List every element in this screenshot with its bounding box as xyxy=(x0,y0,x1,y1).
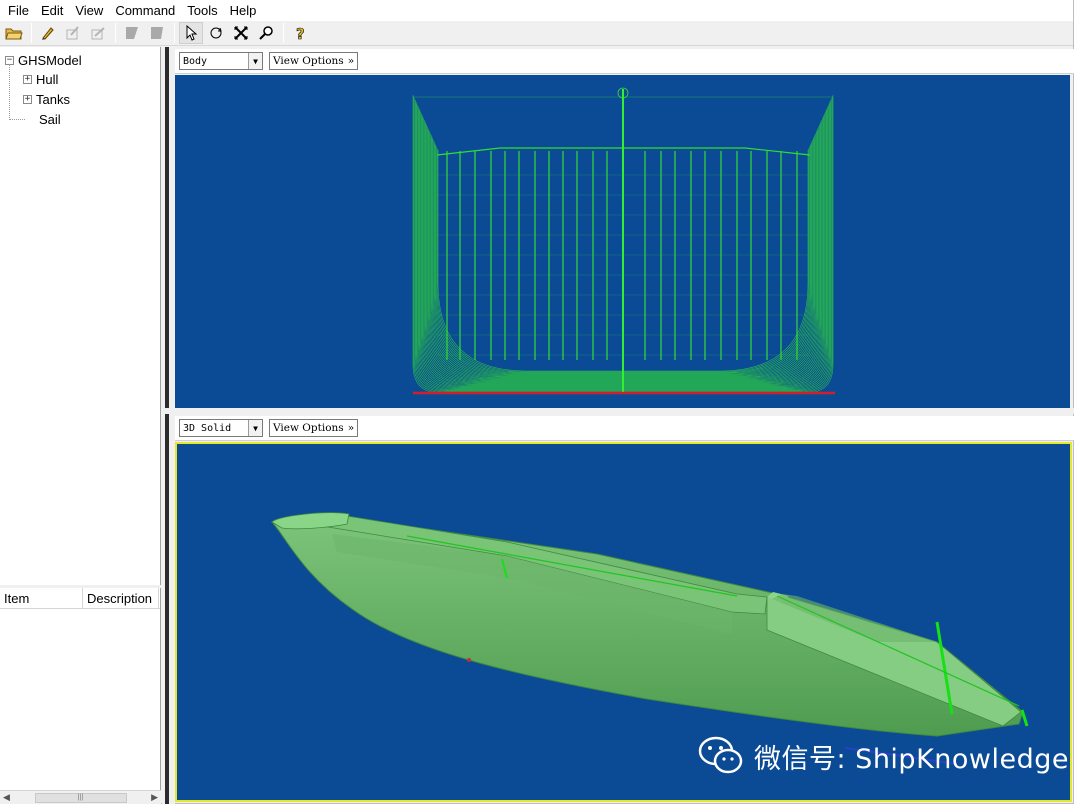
tree-connector xyxy=(9,119,25,120)
body-plan-wireframe xyxy=(412,87,835,395)
edit-shape-icon[interactable] xyxy=(61,22,85,44)
tree-node-label: Tanks xyxy=(36,91,70,107)
column-header-description[interactable]: Description xyxy=(83,588,159,608)
toolbar-separator xyxy=(115,23,116,43)
double-chevron-icon: » xyxy=(347,422,355,434)
view-options-button[interactable]: View Options » xyxy=(269,419,359,437)
toolbar-separator xyxy=(174,23,175,43)
tree-node-root[interactable]: − GHSModel xyxy=(5,51,82,69)
scroll-right-icon[interactable]: ▶ xyxy=(151,792,158,803)
view-type-select[interactable]: Body ▼ xyxy=(179,52,263,70)
scroll-thumb[interactable]: ||| xyxy=(34,792,127,803)
view-options-label: View Options xyxy=(273,422,344,434)
menu-bar: File Edit View Command Tools Help xyxy=(0,0,1073,21)
double-chevron-icon: » xyxy=(347,55,355,67)
pointer-icon[interactable] xyxy=(179,22,203,44)
watermark-text: 微信号: ShipKnowledge xyxy=(754,743,1069,775)
dropdown-arrow-icon[interactable]: ▼ xyxy=(248,420,262,436)
tree-node-label: Hull xyxy=(36,71,59,87)
view-type-value: Body xyxy=(183,55,208,67)
open-folder-icon[interactable] xyxy=(2,22,26,44)
zoom-icon[interactable] xyxy=(254,22,278,44)
horizontal-splitter[interactable] xyxy=(162,408,1074,414)
pan-icon[interactable] xyxy=(229,22,253,44)
viewport-toolbar: 3D Solid ▼ View Options » xyxy=(175,416,1074,441)
body-plan-canvas[interactable] xyxy=(175,75,1070,409)
svg-text:?: ? xyxy=(296,25,305,41)
panel-alt-icon[interactable] xyxy=(145,22,169,44)
tree-connector xyxy=(9,64,10,120)
item-list: Item Description xyxy=(0,588,161,790)
pane-splitter[interactable] xyxy=(162,47,175,804)
menu-tools[interactable]: Tools xyxy=(181,0,223,21)
menu-edit[interactable]: Edit xyxy=(35,0,69,21)
model-tree: − GHSModel + Hull + Tanks Sail xyxy=(0,47,161,585)
horizontal-scrollbar[interactable]: ◀ ||| ▶ xyxy=(0,790,161,804)
toolbar-separator xyxy=(283,23,284,43)
scroll-left-icon[interactable]: ◀ xyxy=(3,792,10,803)
watermark: 微信号: ShipKnowledge xyxy=(698,736,1069,776)
view-type-value: 3D Solid xyxy=(183,422,232,434)
wechat-logo-icon xyxy=(698,736,743,774)
pencil-icon[interactable] xyxy=(36,22,60,44)
main-toolbar: ? xyxy=(0,21,1073,46)
dropdown-arrow-icon[interactable]: ▼ xyxy=(248,53,262,69)
panel-icon[interactable] xyxy=(120,22,144,44)
menu-help[interactable]: Help xyxy=(224,0,263,21)
menu-file[interactable]: File xyxy=(2,0,35,21)
tree-node-label: Sail xyxy=(39,111,61,127)
view-options-button[interactable]: View Options » xyxy=(269,52,359,70)
view-options-label: View Options xyxy=(273,55,344,67)
tree-node-hull[interactable]: + Hull xyxy=(23,70,58,88)
ghs-application-window: File Edit View Command Tools Help ? − GH… xyxy=(0,0,1074,804)
tree-node-tanks[interactable]: + Tanks xyxy=(23,90,70,108)
help-icon[interactable]: ? xyxy=(288,22,312,44)
viewport-toolbar: Body ▼ View Options » xyxy=(175,49,1074,74)
expand-icon[interactable]: + xyxy=(23,94,32,104)
tree-node-label: GHSModel xyxy=(18,52,82,68)
expand-icon[interactable]: + xyxy=(23,74,32,84)
view-type-select[interactable]: 3D Solid ▼ xyxy=(179,419,263,437)
menu-command[interactable]: Command xyxy=(109,0,181,21)
tree-node-sail[interactable]: Sail xyxy=(39,110,61,128)
body-view-panel: Body ▼ View Options » xyxy=(175,49,1074,409)
edit-shape-alt-icon[interactable] xyxy=(86,22,110,44)
menu-view[interactable]: View xyxy=(69,0,109,21)
list-header: Item Description xyxy=(0,588,160,609)
toolbar-separator xyxy=(31,23,32,43)
rotate-icon[interactable] xyxy=(204,22,228,44)
column-header-item[interactable]: Item xyxy=(0,588,83,608)
